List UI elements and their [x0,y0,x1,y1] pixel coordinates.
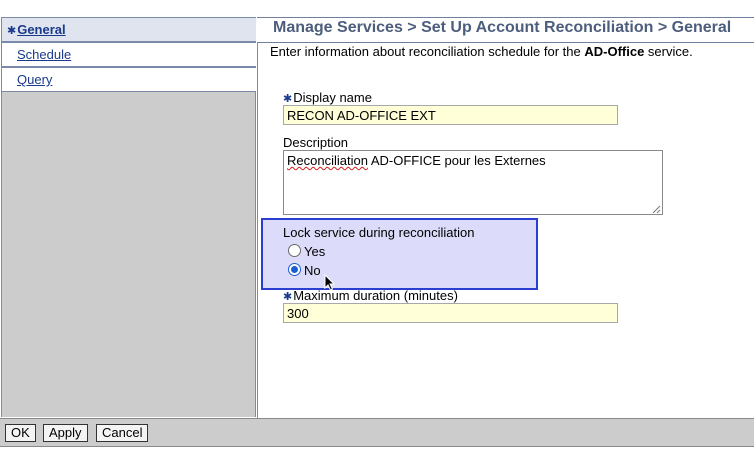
page-header: Manage Services > Set Up Account Reconci… [257,17,754,43]
intro-service-name: AD-Office [584,44,645,59]
description-label: Description [283,135,349,150]
display-name-label-text: Display name [293,90,372,105]
lock-yes-label[interactable]: Yes [304,244,325,259]
display-name-field[interactable] [283,105,618,125]
main-divider [257,42,258,418]
cancel-button[interactable]: Cancel [96,424,149,442]
page-title: Manage Services > Set Up Account Reconci… [273,19,732,36]
intro-text: Enter information about reconciliation s… [270,44,693,59]
sidebar-item-query[interactable]: Query [2,67,256,92]
max-duration-label: ✱Maximum duration (minutes) [283,288,458,303]
sidebar-item-schedule-link[interactable]: Schedule [17,47,71,62]
display-name-label: ✱Display name [283,90,372,105]
description-rest: AD-OFFICE pour les Externes [367,153,546,168]
lock-yes-radio[interactable] [288,244,301,257]
max-duration-field[interactable] [283,303,618,323]
sidebar-item-general-link[interactable]: General [17,22,65,37]
required-asterisk-icon: ✱ [7,25,17,37]
max-duration-label-text: Maximum duration (minutes) [293,288,458,303]
lock-service-label: Lock service during reconciliation [283,225,475,240]
intro-suffix: service. [644,44,693,59]
resize-grip-icon[interactable] [652,205,661,214]
sidebar-nav: ✱General Schedule Query [1,17,256,417]
apply-button[interactable]: Apply [43,424,88,442]
required-asterisk-icon: ✱ [283,291,293,303]
intro-prefix: Enter information about reconciliation s… [270,44,585,59]
description-field[interactable]: Reconciliation AD-OFFICE pour les Extern… [283,150,663,215]
spellcheck-word: Reconciliation [287,153,368,168]
sidebar-item-schedule[interactable]: Schedule [2,42,256,67]
ok-button[interactable]: OK [5,424,36,442]
sidebar-item-general[interactable]: ✱General [2,17,256,42]
required-asterisk-icon: ✱ [283,93,293,105]
footer-bar: OK Apply Cancel [0,418,754,447]
lock-no-radio[interactable] [288,263,301,276]
sidebar-item-query-link[interactable]: Query [17,72,52,87]
lock-no-label[interactable]: No [304,263,321,278]
